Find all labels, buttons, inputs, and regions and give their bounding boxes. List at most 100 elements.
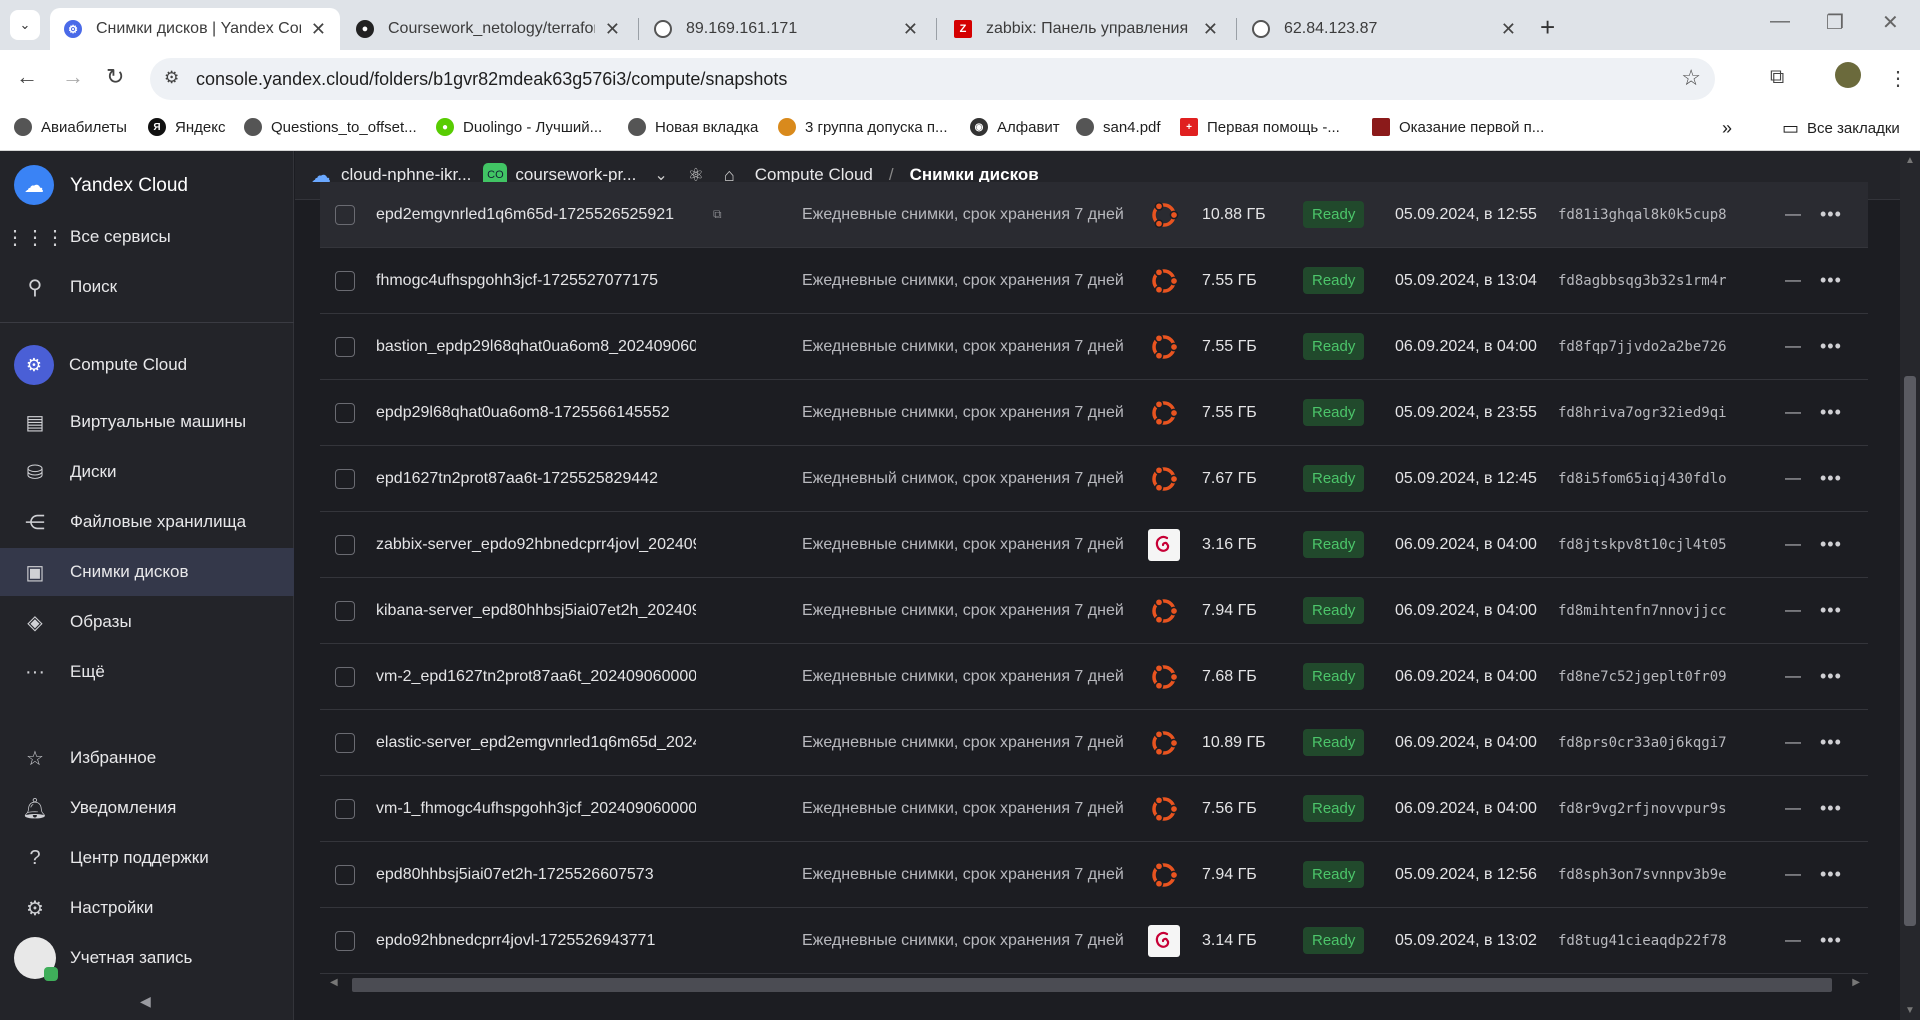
row-checkbox[interactable] [335,468,355,489]
row-actions-icon[interactable]: ••• [1820,732,1842,753]
table-row[interactable]: zabbix-server_epdo92hbnedcprr4jovl_20240… [320,512,1868,578]
bookmark-item[interactable]: Оказание первой п... [1372,118,1544,136]
tab-ip-2[interactable]: 62.84.123.87 ✕ [1238,8,1530,50]
row-checkbox[interactable] [335,270,355,291]
yandex-cloud-logo-icon[interactable]: ☁ [14,165,54,205]
table-row[interactable]: vm-2_epd1627tn2prot87aa6t_202409060000_h… [320,644,1868,710]
collapse-sidebar-icon[interactable]: ◀ [140,993,151,1010]
snapshot-name[interactable]: vm-2_epd1627tn2prot87aa6t_202409060000_h… [376,668,696,686]
sidebar-item-file-storage[interactable]: ⋲ Файловые хранилища [0,498,294,546]
sidebar-item-images[interactable]: ◈ Образы [0,598,294,646]
horizontal-scrollbar[interactable]: ◀ ▶ [330,975,1860,992]
row-checkbox[interactable] [335,732,355,753]
sidebar-item-all-services[interactable]: ⋮⋮⋮ Все сервисы [0,213,294,261]
tab-github[interactable]: ● Coursework_netology/terraform ✕ [342,8,634,50]
url-text[interactable]: console.yandex.cloud/folders/b1gvr82mdea… [196,69,787,90]
bookmark-star-icon[interactable]: ☆ [1681,65,1701,91]
extensions-icon[interactable]: ⧉ [1770,66,1784,89]
row-actions-icon[interactable]: ••• [1820,798,1842,819]
table-row[interactable]: epd1627tn2prot87aa6t-1725525829442 Ежедне… [320,446,1868,512]
bookmark-item[interactable]: + Первая помощь -... [1180,118,1340,136]
table-row[interactable]: elastic-server_epd2emgvnrled1q6m65d_2024… [320,710,1868,776]
table-row[interactable]: bastion_epdp29l68qhat0ua6om8_20240906000… [320,314,1868,380]
table-row[interactable]: epdo92hbnedcprr4jovl-1725526943771 Ежедне… [320,908,1868,974]
row-checkbox[interactable] [335,930,355,951]
table-row[interactable]: epd80hhbsj5iai07et2h-1725526607573 Ежедне… [320,842,1868,908]
sidebar-item-search[interactable]: ⚲ Поиск [0,263,294,311]
bookmark-item[interactable]: ● Duolingo - Лучший... [436,118,602,136]
close-window-icon[interactable]: ✕ [1882,10,1899,35]
vertical-scrollbar[interactable]: ▲ ▼ [1900,151,1920,1020]
sidebar-item-settings[interactable]: ⚙ Настройки [0,884,294,932]
snapshot-name[interactable]: kibana-server_epd80hhbsj5iai07et2h_20240… [376,602,696,620]
row-checkbox[interactable] [335,336,355,357]
table-row[interactable]: epd2emgvnrled1q6m65d-1725526525921 ⧉ Ежедн… [320,182,1868,248]
table-row[interactable]: kibana-server_epd80hhbsj5iai07et2h_20240… [320,578,1868,644]
row-actions-icon[interactable]: ••• [1820,402,1842,423]
snapshot-name[interactable]: zabbix-server_epdo92hbnedcprr4jovl_20240… [376,536,696,554]
row-actions-icon[interactable]: ••• [1820,666,1842,687]
sidebar-item-vms[interactable]: ▤ Виртуальные машины [0,398,294,446]
close-tab-icon[interactable]: ✕ [1501,19,1516,40]
scroll-thumb[interactable] [352,978,1832,992]
new-tab-button[interactable]: + [1540,12,1555,43]
row-checkbox[interactable] [335,798,355,819]
scroll-left-icon[interactable]: ◀ [330,977,338,988]
close-tab-icon[interactable]: ✕ [605,19,620,40]
row-checkbox[interactable] [335,402,355,423]
minimize-icon[interactable]: — [1770,10,1790,33]
scroll-down-icon[interactable]: ▼ [1905,1005,1915,1016]
snapshot-name[interactable]: epd1627tn2prot87aa6t-1725525829442 [376,470,696,488]
row-actions-icon[interactable]: ••• [1820,204,1842,225]
tab-yandex-cloud[interactable]: ⚙ Снимки дисков | Yandex Comp ✕ [50,8,340,50]
snapshot-name[interactable]: vm-1_fhmogc4ufhspgohh3jcf_202409060000_9… [376,800,696,818]
back-icon[interactable]: ← [16,64,38,90]
bookmark-item[interactable]: 3 группа допуска п... [778,118,948,136]
close-tab-icon[interactable]: ✕ [903,19,918,40]
profile-avatar[interactable] [1835,62,1861,88]
all-bookmarks-button[interactable]: ▭ Все закладки [1782,118,1900,139]
snapshot-name[interactable]: epd2emgvnrled1q6m65d-1725526525921 [376,206,696,224]
row-checkbox[interactable] [335,666,355,687]
scroll-right-icon[interactable]: ▶ [1852,977,1860,988]
scroll-up-icon[interactable]: ▲ [1905,155,1915,166]
sidebar-item-favorites[interactable]: ☆ Избранное [0,734,294,782]
tab-zabbix[interactable]: Z zabbix: Панель управления ✕ [940,8,1232,50]
row-actions-icon[interactable]: ••• [1820,864,1842,885]
row-checkbox[interactable] [335,864,355,885]
table-row[interactable]: fhmogc4ufhspgohh3jcf-1725527077175 Ежедне… [320,248,1868,314]
snapshot-name[interactable]: bastion_epdp29l68qhat0ua6om8_20240906000… [376,338,696,356]
sidebar-item-more[interactable]: ··· Ещё [0,648,294,696]
row-checkbox[interactable] [335,600,355,621]
brand-name[interactable]: Yandex Cloud [70,175,188,197]
restore-icon[interactable]: ❐ [1826,10,1844,35]
copy-icon[interactable]: ⧉ [713,207,722,222]
row-actions-icon[interactable]: ••• [1820,534,1842,555]
browser-menu-icon[interactable]: ⋮ [1888,66,1908,91]
sidebar-item-support[interactable]: ? Центр поддержки [0,834,294,882]
reload-icon[interactable]: ↻ [106,64,124,90]
scroll-thumb[interactable] [1904,376,1916,926]
sidebar-item-notifications[interactable]: 🔔︎ Уведомления [0,784,294,832]
row-checkbox[interactable] [335,204,355,225]
bookmark-item[interactable]: Questions_to_offset... [244,118,417,136]
url-bar[interactable]: ⚙ console.yandex.cloud/folders/b1gvr82md… [150,58,1715,100]
bookmark-item[interactable]: Авиабилеты [14,118,127,136]
bookmark-item[interactable]: san4.pdf [1076,118,1161,136]
snapshot-name[interactable]: epdo92hbnedcprr4jovl-1725526943771 [376,932,696,950]
forward-icon[interactable]: → [62,64,84,90]
row-actions-icon[interactable]: ••• [1820,600,1842,621]
sidebar-item-compute-cloud[interactable]: ⚙ Compute Cloud [0,337,294,393]
site-settings-icon[interactable]: ⚙ [164,68,179,88]
snapshot-name[interactable]: fhmogc4ufhspgohh3jcf-1725527077175 [376,272,696,290]
tab-ip-1[interactable]: 89.169.161.171 ✕ [640,8,932,50]
bookmark-item[interactable]: Я Яндекс [148,118,225,136]
tab-search-button[interactable]: ⌄ [10,10,40,40]
table-row[interactable]: epdp29l68qhat0ua6om8-1725566145552 Ежедне… [320,380,1868,446]
snapshot-name[interactable]: elastic-server_epd2emgvnrled1q6m65d_2024… [376,734,696,752]
close-tab-icon[interactable]: ✕ [1203,19,1218,40]
snapshot-name[interactable]: epd80hhbsj5iai07et2h-1725526607573 [376,866,696,884]
row-actions-icon[interactable]: ••• [1820,270,1842,291]
sidebar-item-snapshots[interactable]: ▣ Снимки дисков [0,548,294,596]
row-actions-icon[interactable]: ••• [1820,930,1842,951]
